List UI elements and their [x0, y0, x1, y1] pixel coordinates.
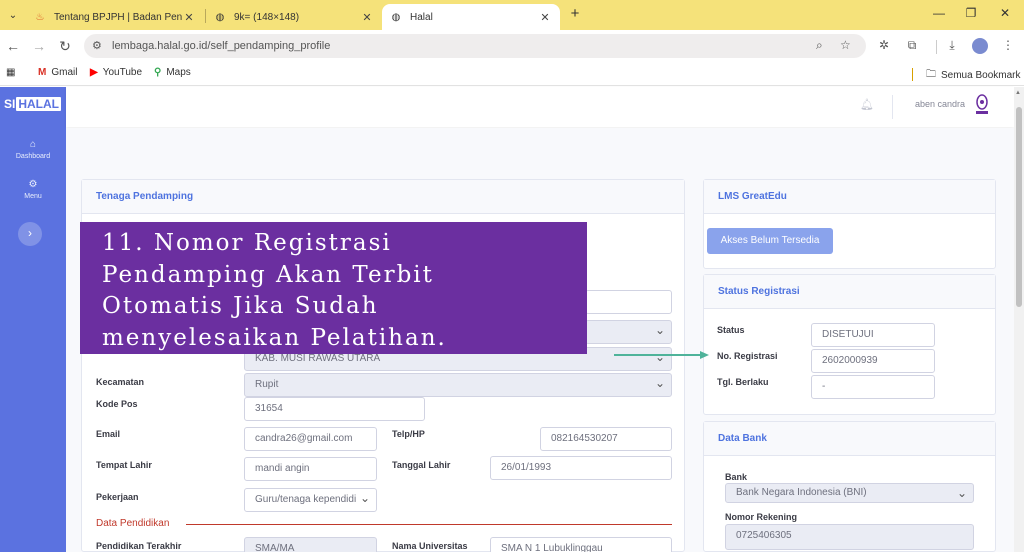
status-card-title: Status Registrasi	[704, 275, 995, 309]
maps-pin-icon: ⚲	[154, 67, 162, 78]
telp-input[interactable]: 082164530207	[540, 427, 672, 451]
rekening-label: Nomor Rekening	[725, 512, 798, 522]
tempat-lahir-input[interactable]: mandi angin	[244, 457, 377, 481]
apps-grid-icon[interactable]: ▦	[6, 67, 15, 78]
section-divider	[186, 524, 672, 525]
close-icon[interactable]: ✕	[182, 11, 196, 24]
sihalal-logo[interactable]: SI HALAL	[4, 97, 62, 111]
tempat-lahir-label: Tempat Lahir	[96, 460, 152, 470]
bank-select[interactable]: Bank Negara Indonesia (BNI)	[725, 483, 974, 503]
globe-icon: ◍	[391, 11, 401, 23]
caption-line: Otomatis Jika Sudah	[102, 293, 379, 319]
universitas-label: Nama Universitas	[392, 541, 468, 551]
tab-halal[interactable]: ◍ Halal ✕	[382, 4, 560, 30]
folder-icon: 🗀	[926, 69, 936, 80]
tab-search-button[interactable]: ⌄	[4, 6, 22, 24]
berlaku-label: Tgl. Berlaku	[717, 377, 769, 387]
bookmarks-folder[interactable]: 🗀 Semua Bookmark	[926, 67, 1020, 84]
tutorial-caption: 11. Nomor Registrasi Pendamping Akan Ter…	[80, 222, 587, 354]
user-name[interactable]: aben candra	[915, 99, 965, 109]
user-avatar[interactable]	[974, 94, 990, 116]
berlaku-value: -	[811, 375, 935, 399]
scroll-thumb[interactable]	[1016, 107, 1022, 307]
status-label: Status	[717, 325, 745, 335]
browser-toolbar: ← → ↻ ⚙ lembaga.halal.go.id/self_pendamp…	[0, 30, 1024, 62]
youtube-icon: ▶	[90, 67, 98, 78]
close-window-icon[interactable]: ✕	[996, 6, 1014, 20]
tab-bpjph[interactable]: ♨ Tentang BPJPH | Badan Penyelenggara ✕	[26, 4, 204, 30]
profile-card-title: Tenaga Pendamping	[82, 180, 684, 214]
gear-icon: ⚙	[28, 179, 38, 190]
kodepos-input[interactable]: 31654	[244, 397, 425, 421]
pekerjaan-select[interactable]: Guru/tenaga kependidi	[244, 488, 377, 512]
url-text[interactable]: lembaga.halal.go.id/self_pendamping_prof…	[112, 40, 330, 52]
bookmarks-bar: ▦ M Gmail ▶ YouTube ⚲ Maps 🗀 Semua Bookm…	[0, 62, 1024, 86]
bookmark-youtube[interactable]: ▶ YouTube	[90, 67, 142, 78]
kodepos-label: Kode Pos	[96, 399, 138, 409]
globe-icon: ◍	[215, 11, 225, 23]
page-scrollbar[interactable]: ▲	[1014, 87, 1024, 552]
pendidikan-select[interactable]: SMA/MA	[244, 537, 377, 552]
universitas-input[interactable]: SMA N 1 Lubuklinggau	[490, 537, 672, 552]
app-topbar: 🔔︎ aben candra	[66, 87, 1014, 127]
profile-avatar[interactable]	[972, 38, 988, 54]
tab-image[interactable]: ◍ 9k= (148×148) ✕	[206, 4, 382, 30]
extension-gear-icon[interactable]: ✲	[876, 38, 892, 52]
caption-line: 11. Nomor Registrasi	[102, 230, 392, 256]
email-label: Email	[96, 429, 121, 439]
lms-card-title: LMS GreatEdu	[704, 180, 995, 214]
email-field[interactable]: candra26@gmail.com	[244, 427, 377, 451]
annotation-arrow	[614, 351, 709, 359]
browser-tab-bar: ⌄ ♨ Tentang BPJPH | Badan Penyelenggara …	[0, 0, 1024, 30]
minimize-icon[interactable]: —	[930, 6, 948, 20]
zoom-icon[interactable]: ⌕	[816, 38, 823, 53]
bank-card-title: Data Bank	[704, 422, 995, 456]
dashboard-icon: ⌂	[29, 139, 37, 150]
scroll-up-icon[interactable]: ▲	[1015, 90, 1021, 96]
forward-icon[interactable]: →	[30, 38, 48, 54]
tanggal-lahir-label: Tanggal Lahir	[392, 460, 451, 470]
back-icon[interactable]: ←	[4, 38, 22, 54]
sidebar-item-dashboard[interactable]: ⌂ Dashboard	[0, 139, 66, 160]
gmail-icon: M	[38, 67, 47, 78]
sidebar: SI HALAL ⌂ Dashboard ⚙ Menu ›	[0, 87, 66, 552]
address-bar[interactable]: ⚙ lembaga.halal.go.id/self_pendamping_pr…	[84, 34, 866, 58]
close-icon[interactable]: ✕	[538, 11, 552, 24]
name-input[interactable]	[585, 290, 672, 314]
caption-line: menyelesaikan Pelatihan.	[102, 324, 447, 351]
data-pendidikan-heading: Data Pendidikan	[96, 518, 170, 529]
new-tab-button[interactable]: +	[566, 6, 584, 24]
more-menu-icon[interactable]: ⋮	[1000, 38, 1016, 52]
akses-lms-button[interactable]: Akses Belum Tersedia	[707, 228, 833, 254]
bank-label: Bank	[725, 472, 748, 482]
bookmark-maps[interactable]: ⚲ Maps	[154, 67, 191, 78]
bookmark-gmail[interactable]: M Gmail	[38, 67, 77, 78]
status-value: DISETUJUI	[811, 323, 935, 347]
chevron-right-icon: ›	[28, 226, 32, 240]
reload-icon[interactable]: ↻	[56, 38, 74, 54]
pekerjaan-label: Pekerjaan	[96, 492, 139, 502]
telp-label: Telp/HP	[392, 429, 425, 439]
caption-line: Pendamping Akan Terbit	[102, 261, 434, 288]
kecamatan-select[interactable]: Rupit	[244, 373, 672, 397]
sidebar-toggle-button[interactable]: ›	[18, 222, 42, 246]
restore-icon[interactable]: ❐	[962, 6, 980, 20]
bookmark-star-icon[interactable]: ☆	[840, 38, 851, 52]
kecamatan-label: Kecamatan	[96, 377, 145, 387]
tanggal-lahir-input[interactable]: 26/01/1993	[490, 456, 672, 480]
site-info-icon[interactable]: ⚙	[92, 39, 102, 52]
province-select[interactable]	[585, 320, 672, 344]
extensions-puzzle-icon[interactable]: ⧉	[904, 38, 920, 53]
close-icon[interactable]: ✕	[360, 11, 374, 24]
pendidikan-label: Pendidikan Terakhir	[96, 541, 182, 551]
sidebar-item-menu[interactable]: ⚙ Menu	[0, 179, 66, 200]
flame-icon: ♨	[35, 11, 45, 23]
noreg-label: No. Registrasi	[717, 351, 778, 361]
bell-icon[interactable]: 🔔︎	[860, 98, 874, 111]
noreg-value: 2602000939	[811, 349, 935, 373]
download-icon[interactable]: ⤓	[944, 38, 960, 53]
lms-card: LMS GreatEdu	[703, 179, 996, 269]
rekening-input[interactable]: 0725406305	[725, 524, 974, 550]
